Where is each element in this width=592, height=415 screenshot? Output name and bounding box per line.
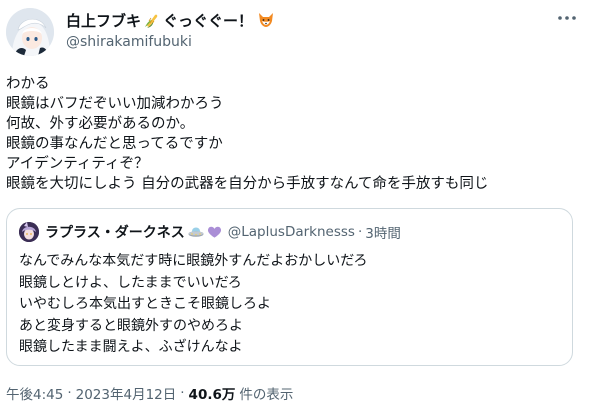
tweet-text-line: 眼鏡を大切にしよう 自分の武器を自分から手放すなんて命を手放すも同じ bbox=[6, 176, 489, 192]
corn-emoji-icon bbox=[143, 11, 161, 29]
meta-separator: · bbox=[67, 385, 72, 401]
purple-heart-emoji-icon bbox=[207, 225, 222, 239]
quote-text-line: 眼鏡しとけよ、したままでいいだろ bbox=[19, 274, 242, 291]
quote-text-line: 眼鏡したまま闘えよ、ふざけんなよ bbox=[19, 339, 243, 355]
quote-author-handle[interactable]: @LaplusDarknesss bbox=[228, 224, 355, 240]
meta-separator: · bbox=[180, 385, 185, 401]
tweet-text-line: アイデンティティぞ？ bbox=[6, 156, 149, 172]
tweet-meta: 午後4:45 · 2023年4月12日 · 40.6万 件の表示 bbox=[6, 383, 293, 403]
author-display-name[interactable]: 白上フブキ bbox=[66, 10, 141, 31]
tweet-text-line: 眼鏡の事なんだと思ってるですか bbox=[6, 136, 223, 152]
more-options-button[interactable] bbox=[552, 6, 582, 30]
tweet-text-line: 何故、外す必要があるのか。 bbox=[6, 116, 195, 132]
tweet-date[interactable]: 2023年4月12日 bbox=[76, 383, 177, 403]
tweet-time[interactable]: 午後4:45 bbox=[6, 383, 63, 403]
quote-text: なんでみんな本気だす時に眼鏡外すんだよおかしいだろ 眼鏡しとけよ、したままでいい… bbox=[19, 251, 367, 359]
quote-author-display-name[interactable]: ラプラス・ダークネス bbox=[45, 222, 185, 242]
quote-text-line: いやむしろ本気出すときこそ眼鏡しろよ bbox=[19, 296, 271, 312]
ufo-emoji-icon bbox=[188, 225, 204, 239]
quote-tweet-card[interactable]: ラプラス・ダークネス @LaplusDarknesss · 3時間 なんでみんな… bbox=[6, 208, 573, 366]
tweet-text: わかる 眼鏡はバフだぞいい加減わかろう 何故、外す必要があるのか。 眼鏡の事なん… bbox=[6, 74, 586, 194]
author-handle[interactable]: @shirakamifubuki bbox=[66, 34, 275, 50]
quote-timestamp[interactable]: 3時間 bbox=[365, 222, 401, 242]
views-count[interactable]: 40.6万 bbox=[189, 383, 236, 403]
tweet-text-line: わかる bbox=[6, 76, 50, 92]
quote-text-line: あと変身すると眼鏡外すのやめろよ bbox=[19, 317, 243, 334]
author-avatar[interactable] bbox=[6, 8, 54, 56]
fox-emoji-icon bbox=[257, 11, 275, 29]
views-label: 件の表示 bbox=[239, 387, 294, 403]
tweet-card: 白上フブキ ぐっぐぐー！ @shirakamifubuki わかる 眼鏡はバフだ… bbox=[0, 0, 592, 415]
quote-header: ラプラス・ダークネス @LaplusDarknesss · 3時間 bbox=[19, 221, 401, 243]
quote-avatar-image bbox=[19, 222, 39, 242]
quote-author-avatar[interactable] bbox=[19, 222, 39, 242]
quote-text-line: なんでみんな本気だす時に眼鏡外すんだよおかしいだろ bbox=[19, 253, 368, 269]
more-dots-icon bbox=[558, 16, 576, 20]
avatar-image bbox=[6, 8, 54, 56]
tweet-text-line: 眼鏡はバフだぞいい加減わかろう bbox=[6, 96, 224, 112]
display-name-row[interactable]: 白上フブキ ぐっぐぐー！ bbox=[66, 9, 275, 31]
quote-separator: · bbox=[357, 224, 363, 240]
author-name-suffix: ぐっぐぐー！ bbox=[163, 11, 254, 30]
author-block: 白上フブキ ぐっぐぐー！ @shirakamifubuki bbox=[66, 9, 275, 50]
